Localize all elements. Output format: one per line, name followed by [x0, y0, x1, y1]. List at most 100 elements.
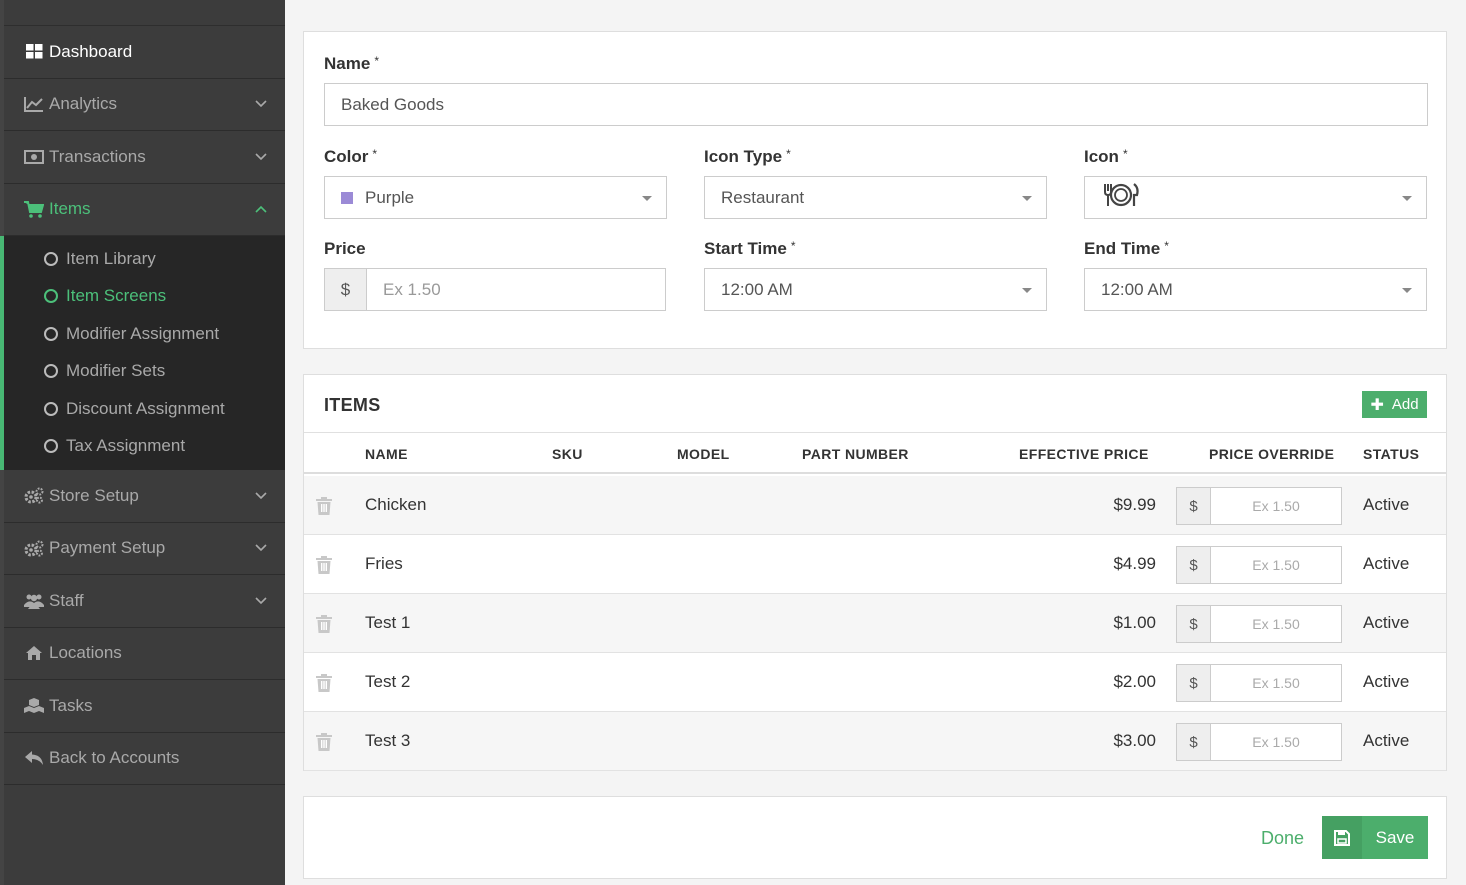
color-select[interactable]: Purple: [324, 176, 667, 219]
circle-icon: [44, 251, 58, 266]
submenu-discount-assignment[interactable]: Discount Assignment: [4, 390, 285, 428]
end-time-select[interactable]: 12:00 AM: [1084, 268, 1427, 311]
trash-icon[interactable]: [316, 733, 332, 751]
col-sku[interactable]: SKU: [552, 446, 583, 462]
col-part-number[interactable]: PART NUMBER: [802, 446, 909, 462]
override-currency-addon: $: [1176, 664, 1211, 702]
item-effective-price: $9.99: [1113, 495, 1156, 514]
table-row: Chicken $9.99 $ Ex 1.50 Active: [304, 476, 1446, 535]
end-time-label: End Time *: [1084, 239, 1169, 258]
submenu-label: Modifier Assignment: [66, 323, 220, 343]
chevron-up-icon: [255, 203, 267, 215]
items-card: ITEMS ✚ Add NAME SKU MODEL PART NUMBER EF…: [303, 374, 1447, 771]
circle-icon: [44, 439, 58, 454]
price-currency-addon: $: [324, 268, 367, 311]
trash-icon[interactable]: [316, 556, 332, 574]
color-value: Purple: [365, 187, 415, 207]
submenu-label: Discount Assignment: [66, 398, 225, 418]
sidebar-item-label: Payment Setup: [49, 538, 166, 558]
users-icon: [24, 592, 44, 610]
submenu-item-library[interactable]: Item Library: [4, 240, 285, 278]
table-row: Test 1 $1.00 $ Ex 1.50 Active: [304, 594, 1446, 653]
plus-icon: ✚: [1370, 396, 1384, 414]
sidebar-item-payment-setup[interactable]: Payment Setup: [4, 523, 285, 575]
home-icon: [24, 644, 44, 662]
item-effective-price: $1.00: [1113, 613, 1156, 632]
reply-icon: [24, 749, 44, 767]
sidebar-item-label: Locations: [49, 643, 122, 663]
price-override-input[interactable]: Ex 1.50: [1210, 723, 1342, 761]
item-status: Active: [1363, 672, 1410, 691]
sidebar-item-tasks[interactable]: Tasks: [4, 680, 285, 733]
submenu-modifier-assignment[interactable]: Modifier Assignment: [4, 315, 285, 353]
trash-icon[interactable]: [316, 674, 332, 692]
table-row: Test 3 $3.00 $ Ex 1.50 Active: [304, 712, 1446, 771]
start-time-label: Start Time *: [704, 239, 796, 258]
gears-icon: [24, 487, 44, 505]
item-status: Active: [1363, 554, 1410, 573]
sidebar-item-items[interactable]: Items: [4, 184, 285, 236]
col-name[interactable]: NAME: [365, 446, 408, 462]
item-name: Test 3: [365, 731, 411, 750]
done-button[interactable]: Done: [1261, 828, 1304, 849]
item-effective-price: $2.00: [1113, 672, 1156, 691]
sidebar-item-staff[interactable]: Staff: [4, 575, 285, 628]
sidebar-item-analytics[interactable]: Analytics: [4, 79, 285, 131]
col-price-override[interactable]: PRICE OVERRIDE: [1209, 446, 1334, 462]
circle-icon: [44, 364, 58, 379]
price-override-input[interactable]: Ex 1.50: [1210, 605, 1342, 643]
trash-icon[interactable]: [316, 497, 332, 515]
caret-down-icon: [1402, 288, 1412, 293]
price-override-input[interactable]: Ex 1.50: [1210, 664, 1342, 702]
end-time-value: 12:00 AM: [1101, 279, 1173, 299]
price-override-input[interactable]: Ex 1.50: [1210, 546, 1342, 584]
caret-down-icon: [1402, 196, 1412, 201]
item-status: Active: [1363, 495, 1410, 514]
chevron-down-icon: [255, 490, 267, 502]
table-row: Test 2 $2.00 $ Ex 1.50 Active: [304, 653, 1446, 712]
chevron-down-icon: [255, 151, 267, 163]
icon-type-value: Restaurant: [721, 187, 805, 207]
sidebar-item-dashboard[interactable]: Dashboard: [4, 26, 285, 79]
caret-down-icon: [1022, 288, 1032, 293]
trash-icon[interactable]: [316, 615, 332, 633]
sidebar-item-label: Back to Accounts: [49, 748, 180, 768]
add-label: Add: [1391, 396, 1419, 413]
price-input[interactable]: Ex 1.50: [366, 268, 666, 311]
start-time-value: 12:00 AM: [721, 279, 793, 299]
submenu-label: Item Library: [66, 248, 156, 268]
price-override-input[interactable]: Ex 1.50: [1210, 487, 1342, 525]
name-label: Name *: [324, 54, 379, 73]
name-value: Baked Goods: [341, 94, 445, 114]
submenu-tax-assignment[interactable]: Tax Assignment: [4, 428, 285, 466]
sidebar-item-back-to-accounts[interactable]: Back to Accounts: [4, 733, 285, 785]
icon-type-select[interactable]: Restaurant: [704, 176, 1047, 219]
name-input[interactable]: Baked Goods: [324, 83, 1428, 126]
caret-down-icon: [642, 196, 652, 201]
sidebar-item-label: Store Setup: [49, 485, 139, 505]
price-placeholder: Ex 1.50: [383, 279, 441, 299]
submenu-item-screens[interactable]: Item Screens: [4, 278, 285, 316]
override-currency-addon: $: [1176, 487, 1211, 525]
submenu-modifier-sets[interactable]: Modifier Sets: [4, 353, 285, 391]
col-status[interactable]: STATUS: [1363, 446, 1419, 462]
icon-type-label: Icon Type *: [704, 147, 791, 166]
col-effective-price[interactable]: EFFECTIVE PRICE: [1019, 446, 1149, 462]
item-status: Active: [1363, 731, 1410, 750]
sidebar-item-label: Analytics: [49, 94, 118, 114]
add-item-button[interactable]: ✚ Add: [1362, 391, 1427, 418]
save-button[interactable]: Save: [1322, 816, 1428, 859]
sidebar-item-store-setup[interactable]: Store Setup: [4, 470, 285, 523]
start-time-select[interactable]: 12:00 AM: [704, 268, 1047, 311]
sidebar-top: [4, 0, 285, 26]
chevron-down-icon: [255, 542, 267, 554]
actions-card: Done Save: [303, 796, 1447, 879]
sidebar-item-label: Transactions: [49, 146, 146, 166]
price-label: Price: [324, 239, 366, 258]
sidebar-item-locations[interactable]: Locations: [4, 628, 285, 680]
sidebar-item-transactions[interactable]: Transactions: [4, 131, 285, 184]
col-model[interactable]: MODEL: [677, 446, 730, 462]
circle-icon: [44, 289, 58, 304]
table-header: NAME SKU MODEL PART NUMBER EFFECTIVE PRI…: [304, 432, 1446, 474]
icon-select[interactable]: [1084, 176, 1427, 219]
